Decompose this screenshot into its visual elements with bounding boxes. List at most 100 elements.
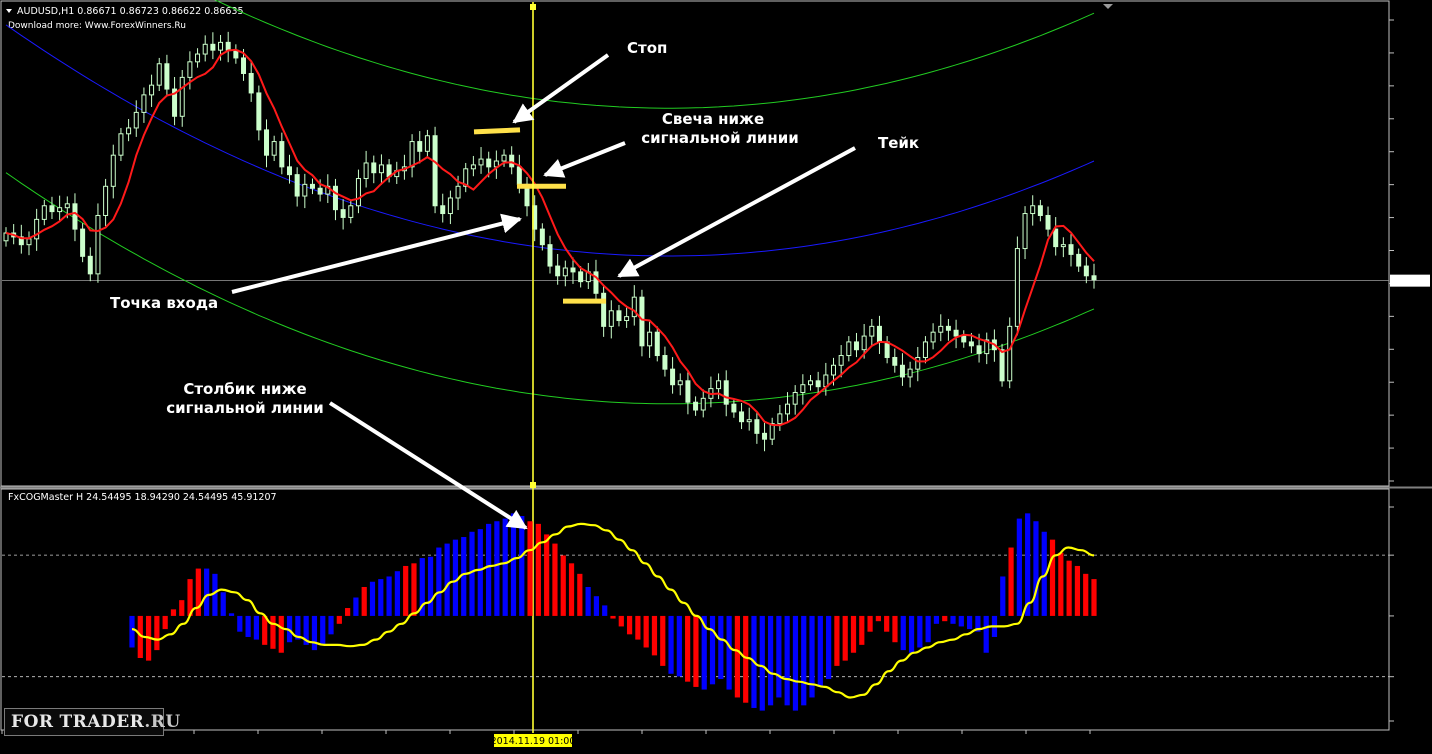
candle-body-bear	[662, 355, 668, 370]
candle-body-bear	[80, 228, 86, 257]
histogram-bar	[245, 615, 251, 637]
signal-line	[131, 522, 1095, 699]
candle-body-bear	[555, 265, 561, 277]
menu-triangle-icon[interactable]	[6, 9, 12, 13]
candle-body-bear	[72, 203, 78, 230]
histogram-bar	[618, 615, 624, 627]
histogram-bar	[626, 615, 633, 635]
crosshair-handle-top	[530, 4, 536, 10]
histogram-bar	[668, 615, 674, 674]
candle-body-bull	[746, 419, 752, 423]
bar-below-label-2: сигнальной линии	[166, 399, 323, 417]
histogram-bar	[403, 565, 409, 616]
candle-body-bear	[815, 380, 821, 388]
histogram-bar	[328, 615, 334, 635]
candle-body-bull	[800, 384, 806, 393]
histogram-bar	[179, 600, 185, 616]
candle-body-bear	[670, 368, 676, 386]
candle-body-bear	[654, 331, 660, 357]
histogram-bar	[436, 547, 442, 616]
histogram-bar	[361, 586, 367, 616]
histogram-bar	[1083, 573, 1089, 616]
candle-body-bull	[907, 368, 913, 378]
histogram-bar	[908, 615, 915, 653]
histogram-bar	[610, 615, 616, 619]
crosshair-handle-mid	[530, 482, 536, 488]
candle-body-bear	[953, 329, 959, 337]
chart-canvas[interactable]: AUDUSD,H1 0.86671 0.86723 0.86622 0.8663…	[0, 0, 1432, 750]
histogram-bar	[859, 615, 865, 645]
candle-body-bull	[938, 325, 944, 333]
candle-body-bull	[179, 76, 185, 117]
regression-center-line	[5, 24, 1095, 257]
candle-body-bull	[1030, 205, 1036, 215]
histogram-bar	[867, 615, 873, 632]
candle-body-bull	[1007, 325, 1013, 382]
candle-body-bull	[808, 380, 814, 386]
histogram-bar	[270, 615, 276, 649]
watermark-logo: FOR TRADER.RU	[4, 708, 180, 736]
symbol-header: AUDUSD,H1 0.86671 0.86723 0.86622 0.8663…	[17, 6, 244, 17]
candle-body-bear	[976, 345, 982, 355]
candle-body-bear	[754, 419, 760, 434]
indicator-panel	[2, 513, 1389, 711]
watermark-part-a: FOR	[11, 712, 54, 732]
candle-body-bull	[348, 205, 354, 218]
candle-body-bear	[899, 364, 905, 378]
candle-body-bull	[64, 203, 70, 209]
bar-below-arrow	[328, 401, 528, 530]
histogram-bar	[660, 615, 666, 666]
histogram-bar	[1008, 547, 1014, 616]
candle-body-bull	[930, 331, 936, 343]
histogram-bar	[826, 615, 832, 680]
histogram-bar	[892, 615, 898, 643]
candle-body-bear	[639, 296, 645, 347]
histogram-bar	[411, 563, 417, 616]
take-label: Тейк	[878, 134, 919, 152]
histogram-bar	[237, 615, 243, 632]
candle-body-bear	[279, 141, 285, 168]
histogram-bar	[967, 615, 973, 630]
histogram-bar	[900, 615, 906, 651]
candle-body-bull	[922, 341, 928, 358]
candle-body-bear	[578, 271, 584, 283]
candle-body-bull	[409, 141, 415, 168]
histogram-bar	[817, 615, 823, 687]
histogram-bar	[917, 615, 923, 648]
shift-marker-icon[interactable]	[1103, 4, 1113, 9]
candle-body-bull	[838, 355, 844, 366]
candle-body-bull	[700, 397, 706, 411]
candle-body-bear	[853, 341, 859, 351]
histogram-bar	[378, 579, 384, 616]
histogram-bar	[718, 615, 724, 680]
histogram-bar	[1025, 513, 1031, 616]
histogram-bar	[842, 615, 848, 661]
histogram-bar	[726, 615, 732, 690]
histogram-bar	[461, 537, 467, 616]
candle-body-bull	[470, 164, 476, 170]
candle-body-bull	[501, 154, 507, 162]
candle-body-bull	[792, 391, 798, 405]
candle-body-bull	[1060, 244, 1066, 248]
candle-body-bull	[141, 94, 147, 113]
histogram-bar	[1058, 552, 1064, 616]
histogram-bar	[544, 534, 550, 616]
stop-level-marker	[473, 127, 521, 135]
histogram-bar	[801, 615, 807, 706]
histogram-bar	[477, 529, 483, 616]
site-header: Download more: Www.ForexWinners.Ru	[8, 21, 186, 31]
candle-body-bull	[187, 61, 193, 78]
histogram-bar	[792, 615, 799, 711]
watermark-part-b: TRADER	[59, 712, 145, 732]
candle-body-bull	[95, 214, 101, 275]
candle-body-bear	[440, 205, 446, 215]
candle-body-bear	[332, 185, 338, 211]
histogram-bar	[278, 615, 284, 653]
candle-body-bull	[846, 341, 852, 357]
histogram-bar	[568, 563, 575, 616]
histogram-bar	[154, 615, 160, 651]
candle-body-bull	[271, 141, 277, 156]
candle-body-bull	[677, 380, 683, 386]
histogram-bar	[535, 523, 541, 616]
histogram-bar	[577, 573, 583, 616]
